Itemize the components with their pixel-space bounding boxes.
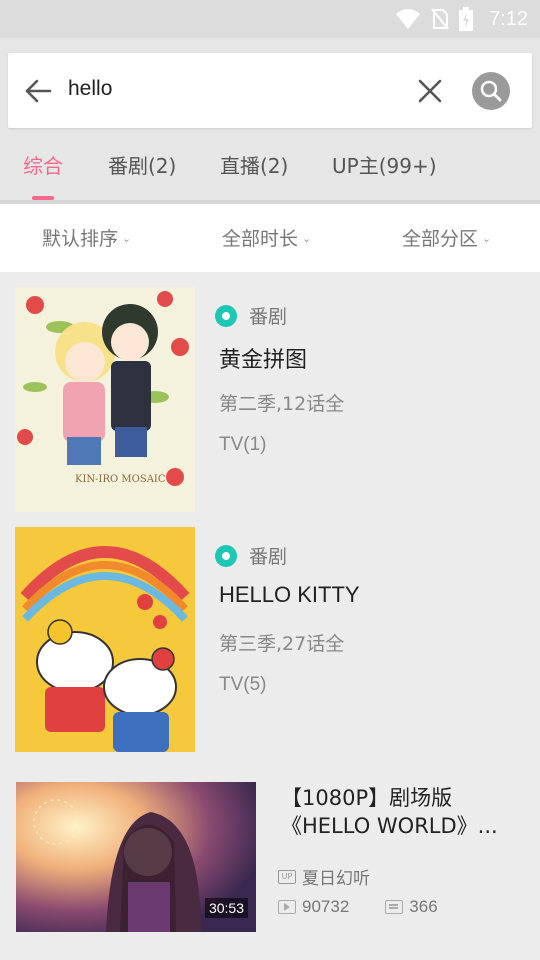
video-duration: 30:53 (204, 898, 248, 918)
tab-all[interactable]: 综合 (23, 150, 63, 179)
bangumi-badge-label: 番剧 (249, 306, 288, 328)
battery-charging-icon (459, 7, 474, 31)
bangumi-badge: 番剧 (215, 302, 287, 329)
duration-filter[interactable]: 全部时长 ⌄ (222, 224, 311, 251)
video-title-line1: 【1080P】剧场版 (281, 786, 453, 810)
search-input[interactable]: hello (68, 77, 112, 101)
bangumi-result[interactable]: 番剧 HELLO KITTY 第三季,27话全 TV(5) (0, 527, 540, 767)
video-uploader-name: 夏日幻听 (302, 869, 370, 889)
video-result[interactable]: 30:53 【1080P】剧场版 《HELLO WORLD》... UP 夏日幻… (0, 782, 540, 932)
result-tabs: 综合 番剧(2) 直播(2) UP主(99+) (0, 136, 540, 200)
chevron-down-icon: ⌄ (302, 232, 312, 245)
tab-live[interactable]: 直播(2) (220, 150, 288, 179)
search-icon (480, 80, 502, 102)
search-box: hello (8, 53, 532, 128)
category-filter[interactable]: 全部分区 ⌄ (402, 224, 491, 251)
bangumi-cover-image[interactable]: KIN-IRO MOSAIC (15, 287, 195, 512)
bangumi-badge: 番剧 (215, 542, 287, 569)
bangumi-season-info: 第三季,27话全 (219, 633, 345, 655)
video-stats: 90732 366 (278, 897, 438, 917)
video-thumbnail[interactable]: 30:53 (16, 782, 256, 932)
bangumi-badge-label: 番剧 (249, 546, 288, 568)
wifi-icon (396, 9, 421, 29)
bangumi-result[interactable]: KIN-IRO MOSAIC 番剧 黄金拼图 第二季,12话全 TV(1) (0, 287, 540, 527)
tab-uploaders[interactable]: UP主(99+) (332, 150, 437, 179)
bangumi-badge-icon (215, 304, 237, 327)
no-sim-icon (431, 8, 449, 30)
search-header: hello (0, 38, 540, 136)
back-arrow-icon[interactable] (22, 75, 54, 107)
sort-filter-label: 默认排序 (42, 228, 119, 250)
bangumi-title[interactable]: HELLO KITTY (219, 582, 360, 608)
bangumi-cover-image[interactable] (15, 527, 195, 752)
sort-filter[interactable]: 默认排序 ⌄ (42, 224, 131, 251)
bangumi-title[interactable]: 黄金拼图 (219, 342, 307, 374)
status-bar: 7:12 (0, 0, 540, 38)
bangumi-tv-info: TV(1) (219, 434, 267, 455)
video-danmaku: 366 (409, 897, 438, 916)
filter-bar: 默认排序 ⌄ 全部时长 ⌄ 全部分区 ⌄ (0, 204, 540, 272)
video-views: 90732 (302, 897, 350, 916)
up-icon: UP (278, 869, 296, 884)
chevron-down-icon: ⌄ (482, 232, 492, 245)
play-count-icon (278, 900, 296, 914)
danmaku-icon (385, 900, 404, 914)
clear-icon[interactable] (414, 75, 446, 107)
svg-text:KIN-IRO MOSAIC: KIN-IRO MOSAIC (75, 474, 166, 485)
status-icons: 7:12 (395, 6, 528, 32)
search-button[interactable] (472, 72, 510, 110)
bangumi-badge-icon (215, 544, 237, 567)
duration-filter-label: 全部时长 (222, 228, 299, 250)
bangumi-season-info: 第二季,12话全 (219, 393, 345, 415)
clock: 7:12 (489, 7, 528, 30)
video-uploader[interactable]: UP 夏日幻听 (278, 864, 370, 889)
bangumi-tv-info: TV(5) (219, 674, 267, 695)
category-filter-label: 全部分区 (402, 228, 479, 250)
tab-bangumi[interactable]: 番剧(2) (108, 150, 176, 179)
video-title[interactable]: 【1080P】剧场版 《HELLO WORLD》... (281, 784, 521, 840)
chevron-down-icon: ⌄ (122, 232, 132, 245)
video-title-line2: 《HELLO WORLD》... (281, 814, 498, 838)
